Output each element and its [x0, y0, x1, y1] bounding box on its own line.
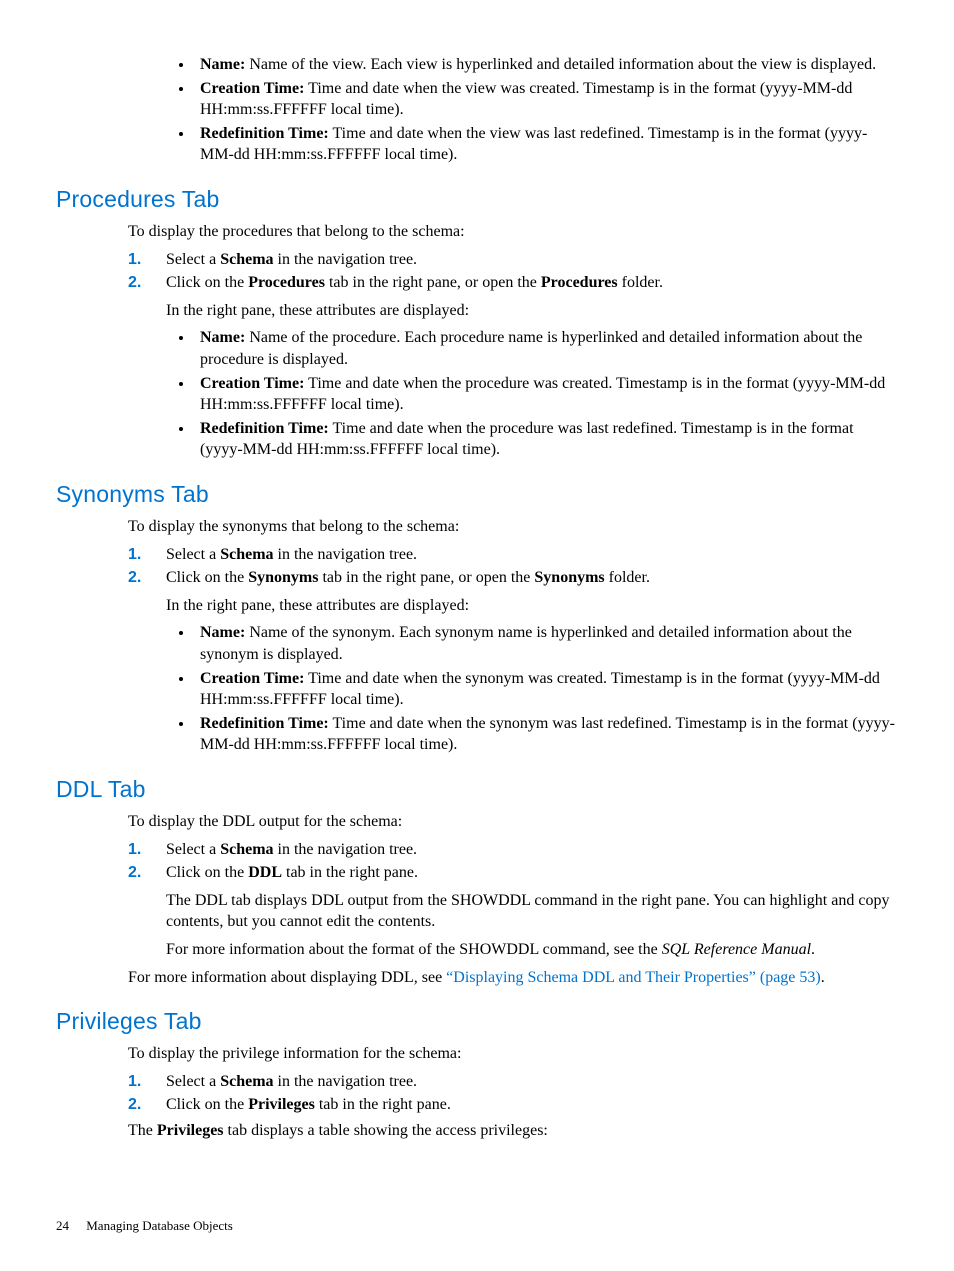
- heading-ddl-tab: DDL Tab: [56, 774, 898, 805]
- list-item: Creation Time: Time and date when the pr…: [194, 373, 898, 416]
- list-item: Name: Name of the procedure. Each proced…: [194, 327, 898, 370]
- list-item: Redefinition Time: Time and date when th…: [194, 713, 898, 756]
- bullet-text: Name of the view. Each view is hyperlink…: [245, 56, 876, 73]
- list-item: Redefinition Time: Time and date when th…: [194, 123, 898, 166]
- procedures-attr-list: Name: Name of the procedure. Each proced…: [166, 327, 898, 461]
- page-number: 24: [56, 1218, 69, 1233]
- chapter-title: Managing Database Objects: [86, 1218, 233, 1233]
- procedures-attr-intro: In the right pane, these attributes are …: [166, 300, 898, 322]
- synonyms-attr-intro: In the right pane, these attributes are …: [166, 595, 898, 617]
- synonyms-intro: To display the synonyms that belong to t…: [128, 516, 898, 538]
- privileges-steps: Select a Schema in the navigation tree. …: [128, 1071, 898, 1116]
- heading-privileges-tab: Privileges Tab: [56, 1006, 898, 1037]
- list-item: Creation Time: Time and date when the sy…: [194, 668, 898, 711]
- ddl-more-info: For more information about displaying DD…: [128, 967, 898, 989]
- list-item: Redefinition Time: Time and date when th…: [194, 418, 898, 461]
- step-2: Click on the Procedures tab in the right…: [128, 272, 898, 461]
- ddl-p1: The DDL tab displays DDL output from the…: [166, 890, 898, 933]
- ddl-p2: For more information about the format of…: [166, 939, 898, 961]
- heading-procedures-tab: Procedures Tab: [56, 184, 898, 215]
- list-item: Name: Name of the view. Each view is hyp…: [194, 54, 898, 76]
- link-displaying-schema-ddl[interactable]: “Displaying Schema DDL and Their Propert…: [446, 969, 821, 986]
- list-item: Name: Name of the synonym. Each synonym …: [194, 622, 898, 665]
- step-2: Click on the Synonyms tab in the right p…: [128, 567, 898, 756]
- ddl-steps: Select a Schema in the navigation tree. …: [128, 839, 898, 961]
- step-2: Click on the DDL tab in the right pane. …: [128, 862, 898, 960]
- bullet-label: Name:: [200, 56, 245, 73]
- procedures-intro: To display the procedures that belong to…: [128, 221, 898, 243]
- top-bullet-list: Name: Name of the view. Each view is hyp…: [128, 54, 898, 166]
- privileges-intro: To display the privilege information for…: [128, 1043, 898, 1065]
- procedures-steps: Select a Schema in the navigation tree. …: [128, 249, 898, 461]
- synonyms-attr-list: Name: Name of the synonym. Each synonym …: [166, 622, 898, 756]
- page-footer: 24 Managing Database Objects: [56, 1217, 233, 1235]
- step-1: Select a Schema in the navigation tree.: [128, 249, 898, 271]
- ddl-intro: To display the DDL output for the schema…: [128, 811, 898, 833]
- bullet-label: Redefinition Time:: [200, 125, 329, 142]
- heading-synonyms-tab: Synonyms Tab: [56, 479, 898, 510]
- synonyms-steps: Select a Schema in the navigation tree. …: [128, 544, 898, 756]
- step-1: Select a Schema in the navigation tree.: [128, 1071, 898, 1093]
- step-2: Click on the Privileges tab in the right…: [128, 1094, 898, 1116]
- privileges-p: The Privileges tab displays a table show…: [128, 1120, 898, 1142]
- list-item: Creation Time: Time and date when the vi…: [194, 78, 898, 121]
- step-1: Select a Schema in the navigation tree.: [128, 839, 898, 861]
- bullet-label: Creation Time:: [200, 80, 304, 97]
- step-1: Select a Schema in the navigation tree.: [128, 544, 898, 566]
